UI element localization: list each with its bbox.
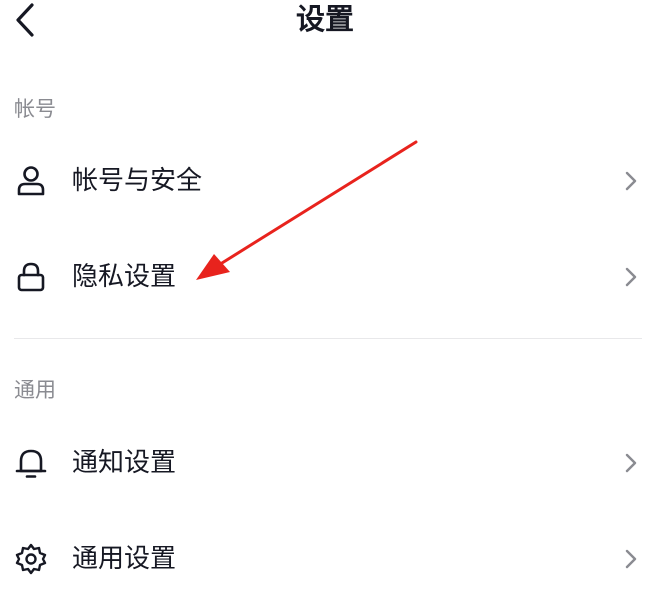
section-divider: [14, 338, 642, 339]
settings-item-general[interactable]: 通用设置: [0, 526, 650, 590]
gear-icon: [15, 543, 47, 575]
header: 设置: [0, 0, 650, 40]
settings-item-label: 通用设置: [72, 544, 177, 574]
user-icon: [17, 166, 45, 196]
section-label-account: 帐号: [14, 97, 56, 121]
settings-page: 设置 帐号 帐号与安全 隐私设置 通用 通知设置 通用设置: [0, 0, 650, 593]
settings-item-account-security[interactable]: 帐号与安全: [0, 148, 650, 212]
settings-item-label: 帐号与安全: [72, 166, 203, 196]
settings-item-privacy[interactable]: 隐私设置: [0, 244, 650, 308]
chevron-right-icon: [625, 267, 637, 287]
chevron-right-icon: [625, 549, 637, 569]
page-title: 设置: [295, 2, 354, 36]
chevron-right-icon: [625, 171, 637, 191]
chevron-right-icon: [625, 453, 637, 473]
lock-icon: [17, 262, 45, 292]
bell-icon: [15, 449, 47, 478]
section-label-general: 通用: [14, 378, 56, 402]
settings-item-label: 隐私设置: [72, 262, 177, 292]
settings-item-notifications[interactable]: 通知设置: [0, 430, 650, 494]
settings-item-label: 通知设置: [72, 448, 177, 478]
